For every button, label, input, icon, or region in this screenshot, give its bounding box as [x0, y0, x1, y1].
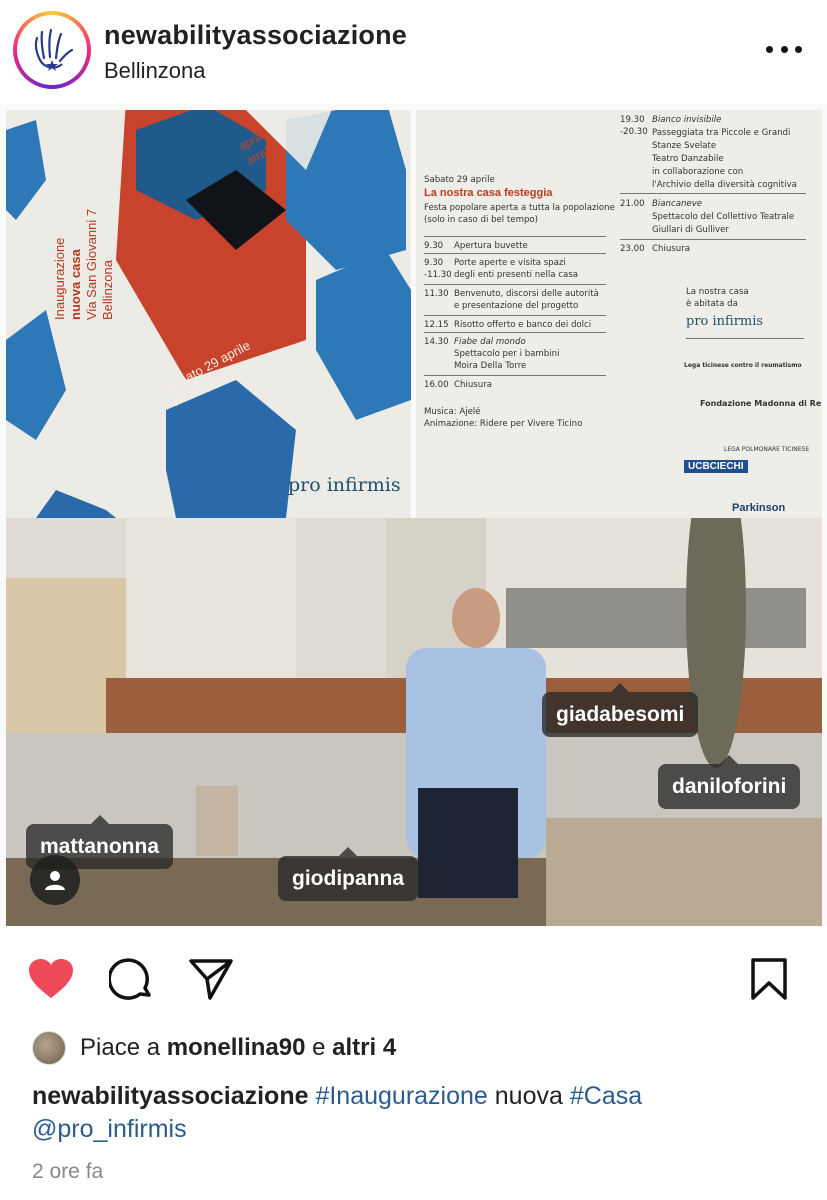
likes-conjunction: e [312, 1034, 326, 1061]
caption-username[interactable]: newabilityassociazione [32, 1082, 309, 1110]
post-header: newabilityassociazione Bellinzona [0, 0, 827, 102]
caption-mention[interactable]: @pro_infirmis [32, 1115, 187, 1143]
schedule-text: Moira Della Torre [454, 361, 527, 371]
post-timestamp: 2 ore fa [32, 1160, 104, 1183]
schedule-text: e presentazione del progetto [454, 301, 579, 311]
program-title: La nostra casa festeggia [424, 187, 553, 199]
post-image-collage[interactable]: Inaugurazione nuova casa Via San Giovann… [0, 104, 827, 926]
schedule-text: Porte aperte e visita spazi [454, 258, 566, 268]
schedule-text: Chiusura [454, 380, 493, 390]
caption-hashtag-inaugurazione[interactable]: #Inaugurazione [315, 1082, 487, 1110]
flyer-cover-image: Inaugurazione nuova casa Via San Giovann… [6, 110, 411, 518]
schedule-time: 9.30 -11.30 [424, 258, 452, 280]
schedule-text: Benvenuto, discorsi delle autorità [454, 289, 599, 299]
schedule-text: Risotto offerto e banco dei dolci [454, 320, 592, 330]
schedule-text: Apertura buvette [454, 241, 528, 251]
flyer-event-text: Inaugurazione nuova casa Via San Giovann… [52, 209, 116, 320]
event-photo: giadabesomi daniloforini mattanonna giod… [6, 518, 822, 926]
flyer-event-line: Bellinzona [100, 260, 115, 320]
schedule-time: 16.00 [424, 380, 449, 390]
sponsor-logo: UCBCIECHI [684, 460, 748, 473]
caption-hashtag-casa[interactable]: #Casa [570, 1082, 642, 1110]
photo-tag-giodipanna[interactable]: giodipanna [278, 847, 418, 901]
schedule-text: Fiabe dal mondo [454, 337, 526, 347]
caption-text: nuova [494, 1082, 563, 1110]
schedule-text: in collaborazione con [652, 167, 744, 177]
schedule-time: 12.15 [424, 320, 449, 330]
program-divider [424, 253, 606, 254]
liker-avatar [32, 1031, 66, 1065]
program-divider [424, 284, 606, 285]
flyer-event-line: Inaugurazione [52, 237, 67, 320]
profile-avatar[interactable] [13, 11, 91, 89]
program-credit: Musica: Ajelé [424, 407, 481, 417]
schedule-time: 21.00 [620, 199, 645, 209]
program-divider [686, 338, 804, 339]
likes-summary[interactable]: Piace a monellina90 e altri 4 [32, 1030, 396, 1066]
schedule-text: Spettacolo per i bambini [454, 349, 560, 359]
program-divider [424, 332, 606, 333]
flyer-event-line: Via San Giovanni 7 [84, 208, 99, 320]
sponsor-logo: Fondazione Madonna di Re [700, 399, 822, 408]
schedule-text: Spettacolo del Collettivo Teatrale [652, 212, 795, 222]
flyer-event-line: nuova casa [68, 249, 83, 320]
schedule-time: 9.30 [424, 241, 444, 251]
schedule-time: 14.30 [424, 337, 449, 347]
heart-filled-icon[interactable] [28, 956, 74, 1002]
program-divider [620, 239, 806, 240]
photo-tag-daniloforini[interactable]: daniloforini [658, 755, 801, 809]
schedule-time: 23.00 [620, 244, 645, 254]
schedule-text: Teatro Danzabile [652, 154, 724, 164]
bookmark-icon[interactable] [746, 956, 792, 1002]
hand-logo-icon [17, 15, 87, 85]
program-subtitle: Festa popolare aperta a tutta la popolaz… [424, 203, 615, 213]
program-divider [620, 193, 806, 194]
likes-user-link[interactable]: monellina90 [167, 1034, 306, 1062]
post-username[interactable]: newabilityassociazione [104, 20, 407, 51]
schedule-time: 11.30 [424, 289, 449, 299]
schedule-text: l'Archivio della diversità cognitiva [652, 180, 797, 190]
post-actions-bar [0, 940, 827, 1010]
sponsor-logo: Parkinson [732, 502, 786, 514]
schedule-text: Passeggiata tra Piccole e Grandi [652, 128, 791, 138]
likes-others-link[interactable]: altri 4 [332, 1034, 396, 1062]
share-icon[interactable] [188, 956, 234, 1002]
post-caption: newabilityassociazione #Inaugurazione nu… [32, 1080, 802, 1146]
comment-icon[interactable] [108, 956, 154, 1002]
schedule-text: Chiusura [652, 244, 691, 254]
program-date: Sabato 29 aprile [424, 175, 495, 185]
schedule-text: Bianco invisibile [652, 115, 722, 125]
person-icon[interactable] [30, 855, 80, 905]
sponsor-logo: LEGA POLMONARE TICINESE [724, 446, 810, 453]
flyer-brand-logo: pro infirmis [288, 474, 401, 496]
schedule-text: Giullari di Gulliver [652, 225, 729, 235]
program-inhabited: è abitata da [686, 299, 738, 309]
program-subtitle: (solo in caso di bel tempo) [424, 215, 539, 225]
flyer-program-image: Sabato 29 aprile La nostra casa festeggi… [416, 110, 822, 518]
photo-tag-giadabesomi[interactable]: giadabesomi [542, 683, 699, 737]
likes-prefix: Piace a [80, 1034, 161, 1061]
schedule-text: Stanze Svelate [652, 141, 717, 151]
schedule-text: Biancaneve [652, 199, 703, 209]
program-divider [424, 375, 606, 376]
program-divider [424, 315, 606, 316]
sponsor-logo: Lega ticinese contro il reumatismo [684, 362, 802, 369]
program-divider [424, 236, 606, 237]
program-brand-logo: pro infirmis [686, 314, 764, 329]
program-credit: Animazione: Ridere per Vivere Ticino [424, 419, 583, 429]
post-location[interactable]: Bellinzona [104, 58, 206, 84]
more-horizontal-icon[interactable] [760, 34, 808, 64]
schedule-time: 19.30 -20.30 [620, 115, 648, 137]
schedule-text: degli enti presenti nella casa [454, 270, 578, 280]
program-inhabited: La nostra casa [686, 287, 749, 297]
